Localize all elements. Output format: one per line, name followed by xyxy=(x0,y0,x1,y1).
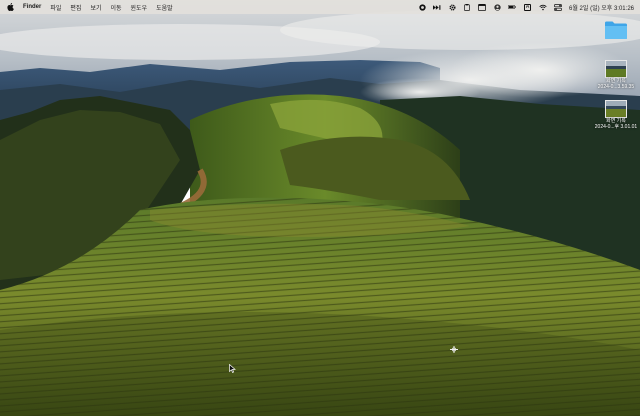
desktop-folder[interactable] xyxy=(590,20,640,45)
file-name-line2: 2024-0...3.59.35 xyxy=(597,84,635,90)
menu-go[interactable]: 이동 xyxy=(110,3,121,12)
control-center-icon[interactable] xyxy=(554,3,563,11)
app-name-menu[interactable]: Finder xyxy=(23,4,41,10)
desktop-file-screen-recording-1[interactable]: 화면 기록 2024-0...3.59.35 xyxy=(590,60,640,90)
mouse-pointer-icon xyxy=(229,360,236,378)
menu-file[interactable]: 파일 xyxy=(50,3,61,12)
clipboard-icon[interactable] xyxy=(463,3,471,11)
menu-help[interactable]: 도움말 xyxy=(156,3,173,12)
video-thumbnail xyxy=(605,100,627,118)
screenshot-crosshair-icon xyxy=(449,341,459,359)
account-icon[interactable] xyxy=(493,3,501,11)
desktop-file-screen-recording-2[interactable]: 화면 기록 2024-0...후 3.01.01 xyxy=(590,100,640,130)
file-name-line2: 2024-0...후 3.01.01 xyxy=(594,124,638,130)
apple-menu-icon[interactable] xyxy=(7,3,14,11)
menu-view[interactable]: 보기 xyxy=(90,3,101,12)
video-thumbnail xyxy=(605,60,627,78)
record-icon[interactable] xyxy=(418,3,426,11)
input-source-label: A xyxy=(523,3,532,11)
menu-bar-left: Finder 파일 편집 보기 이동 윈도우 도움말 xyxy=(7,3,182,12)
settings-gear-icon[interactable] xyxy=(448,3,456,11)
folder-icon xyxy=(604,20,628,45)
menu-window[interactable]: 윈도우 xyxy=(131,3,148,12)
media-icon[interactable] xyxy=(433,4,441,11)
menu-bar: Finder 파일 편집 보기 이동 윈도우 도움말 A 6월 2일 (일) 오… xyxy=(0,0,640,14)
menu-bar-right: A 6월 2일 (일) 오후 3:01:26 xyxy=(411,3,634,12)
menu-bar-clock[interactable]: 6월 2일 (일) 오후 3:01:26 xyxy=(569,3,634,12)
keyboard-input-icon[interactable]: A xyxy=(523,3,532,11)
window-icon[interactable] xyxy=(478,3,486,11)
battery-icon[interactable] xyxy=(508,4,516,11)
wifi-icon[interactable] xyxy=(539,4,547,11)
desktop-wallpaper xyxy=(0,0,640,416)
menu-edit[interactable]: 편집 xyxy=(70,3,81,12)
